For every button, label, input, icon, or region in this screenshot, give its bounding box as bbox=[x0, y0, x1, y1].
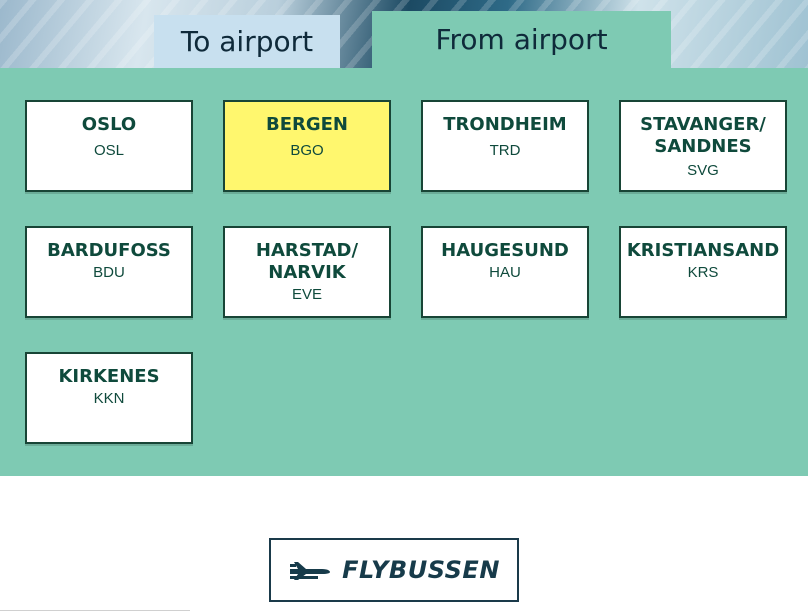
airplane-icon bbox=[288, 556, 332, 585]
airport-code: BGO bbox=[290, 142, 324, 159]
airport-selection-panel: OSLO OSL BERGEN BGO TRONDHEIM TRD STAVAN… bbox=[0, 68, 808, 476]
airport-code: KKN bbox=[93, 390, 125, 407]
airport-city-name: KRISTIANSAND bbox=[626, 240, 780, 261]
airport-card-bergen[interactable]: BERGEN BGO bbox=[223, 100, 391, 192]
airport-code: BDU bbox=[93, 264, 125, 281]
airport-code: EVE bbox=[291, 286, 322, 303]
airport-card-oslo[interactable]: OSLO OSL bbox=[25, 100, 193, 192]
airport-code: OSL bbox=[93, 142, 124, 159]
airport-city-name: STAVANGER/ SANDNES bbox=[640, 114, 766, 157]
airport-card-stavanger-sandnes[interactable]: STAVANGER/ SANDNES SVG bbox=[619, 100, 787, 192]
airport-code: KRS bbox=[687, 264, 719, 281]
airport-card-haugesund[interactable]: HAUGESUND HAU bbox=[421, 226, 589, 318]
airport-city-name: HARSTAD/ NARVIK bbox=[255, 240, 359, 283]
airport-code: TRD bbox=[489, 142, 521, 159]
divider bbox=[0, 610, 190, 611]
airport-card-trondheim[interactable]: TRONDHEIM TRD bbox=[421, 100, 589, 192]
airport-city-name: KIRKENES bbox=[58, 366, 160, 387]
airport-city-name: OSLO bbox=[81, 114, 137, 135]
airport-city-name: BERGEN bbox=[265, 114, 348, 135]
airport-card-bardufoss[interactable]: BARDUFOSS BDU bbox=[25, 226, 193, 318]
flybussen-logo: FLYBUSSEN bbox=[269, 538, 519, 602]
airport-code: HAU bbox=[489, 264, 521, 281]
airport-card-kristiansand[interactable]: KRISTIANSAND KRS bbox=[619, 226, 787, 318]
airport-city-name: BARDUFOSS bbox=[47, 240, 171, 261]
airport-city-name: TRONDHEIM bbox=[443, 114, 567, 135]
logo-text: FLYBUSSEN bbox=[342, 556, 500, 584]
tab-to-airport[interactable]: To airport bbox=[154, 15, 340, 68]
airport-card-kirkenes[interactable]: KIRKENES KKN bbox=[25, 352, 193, 444]
tab-from-airport[interactable]: From airport bbox=[372, 11, 671, 68]
airport-card-harstad-narvik[interactable]: HARSTAD/ NARVIK EVE bbox=[223, 226, 391, 318]
airport-code: SVG bbox=[687, 162, 719, 179]
airport-city-name: HAUGESUND bbox=[441, 240, 569, 261]
